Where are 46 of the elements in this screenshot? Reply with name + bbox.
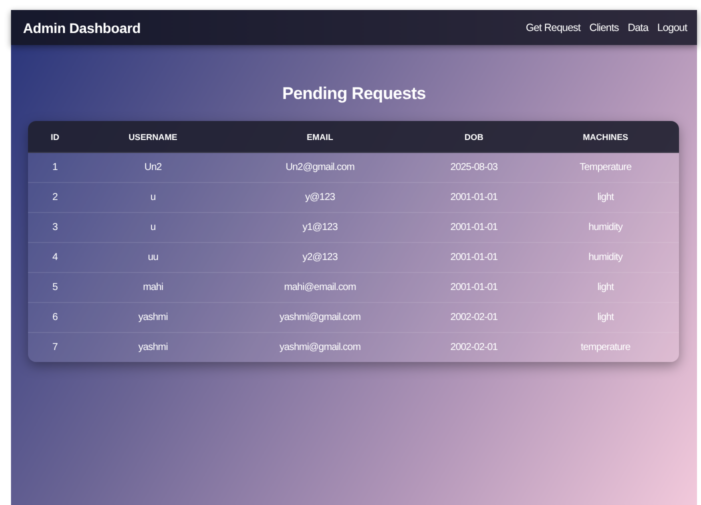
table-cell: yashmi [82,302,224,332]
table-cell: temperature [532,332,679,362]
nav-link[interactable]: Data [628,22,648,34]
table-cell: 2002-02-01 [416,332,532,362]
column-header: DOB [416,121,532,152]
table-cell: 7 [28,332,82,362]
table-cell: light [532,272,679,302]
brand-title: Admin Dashboard [23,20,141,36]
nav-link[interactable]: Logout [657,22,687,34]
table-cell: 3 [28,212,82,242]
table-cell: 5 [28,272,82,302]
table-cell: yashmi@gmail.com [224,332,416,362]
table-cell: 2025-08-03 [416,152,532,182]
table-cell: y2@123 [224,242,416,272]
table-cell: 2001-01-01 [416,272,532,302]
table-cell: 2002-02-01 [416,302,532,332]
table-cell: y1@123 [224,212,416,242]
column-header: ID [28,121,82,152]
table-cell: u [82,212,224,242]
table-cell: uu [82,242,224,272]
table-cell: light [532,182,679,212]
table-cell: Un2 [82,152,224,182]
table-cell: yashmi@gmail.com [224,302,416,332]
table-cell: 6 [28,302,82,332]
column-header: EMAIL [224,121,416,152]
table-cell: humidity [532,212,679,242]
nav-link[interactable]: Clients [589,22,619,34]
table-cell: 2001-01-01 [416,182,532,212]
column-header: MACHINES [532,121,679,152]
nav-link[interactable]: Get Request [526,22,580,34]
column-header: USERNAME [82,121,224,152]
table-cell: y@123 [224,182,416,212]
table-cell: light [532,302,679,332]
table-cell: yashmi [82,332,224,362]
page-heading: Pending Requests [281,84,427,104]
table-cell: 1 [28,152,82,182]
table-cell: 2 [28,182,82,212]
table-cell: 4 [28,242,82,272]
table-cell: mahi@email.com [224,272,416,302]
table-cell: u [82,182,224,212]
table-cell: mahi [82,272,224,302]
table-cell: 2001-01-01 [416,212,532,242]
table-cell: Un2@gmail.com [224,152,416,182]
table-cell: humidity [532,242,679,272]
table-cell: 2001-01-01 [416,242,532,272]
table-cell: Temperature [532,152,679,182]
